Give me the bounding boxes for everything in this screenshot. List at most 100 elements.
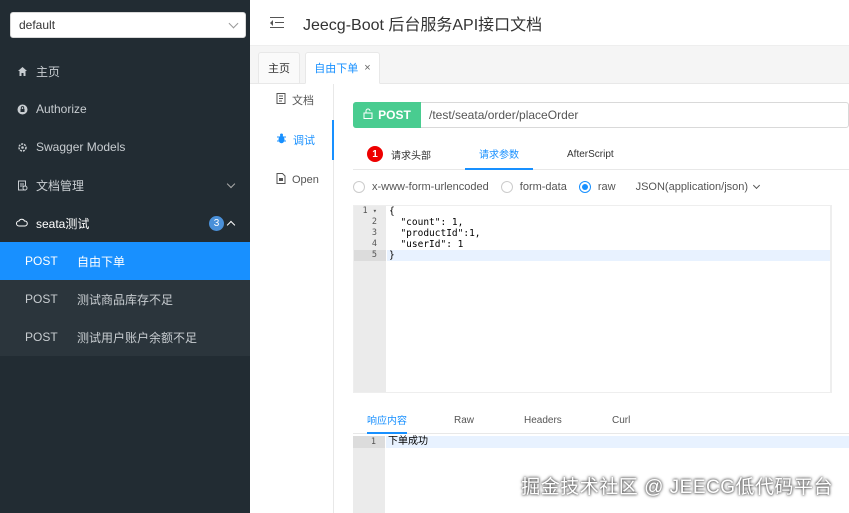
sidebar-item-home[interactable]: 主页 bbox=[0, 52, 250, 90]
request-tabs: 1 请求头部 请求参数 AfterScript bbox=[353, 138, 849, 170]
line-number: 1 bbox=[353, 436, 385, 448]
tab-response-content[interactable]: 响应内容 bbox=[367, 406, 407, 434]
api-item-stock-insufficient[interactable]: POST 测试商品库存不足 bbox=[0, 280, 250, 318]
line-gutter: 1 bbox=[353, 436, 385, 513]
radio-raw[interactable] bbox=[578, 181, 591, 193]
line-number: 1 ▾ bbox=[362, 206, 377, 216]
tab-label: Headers bbox=[524, 414, 562, 426]
tab-label: Curl bbox=[612, 414, 631, 426]
editor-scrollbar[interactable] bbox=[831, 205, 849, 393]
chevron-down-icon bbox=[226, 179, 236, 189]
api-item-label: 自由下单 bbox=[77, 254, 126, 269]
document-icon bbox=[16, 179, 28, 191]
tab-label: 响应内容 bbox=[367, 415, 407, 427]
settings-icon bbox=[16, 141, 28, 153]
vtab-label: Open bbox=[292, 174, 319, 186]
api-item-label: 测试商品库存不足 bbox=[77, 292, 174, 307]
code-line: "userId": 1 bbox=[389, 239, 464, 250]
method-label: POST bbox=[25, 330, 58, 344]
line-number: 3 bbox=[371, 228, 377, 238]
group-select[interactable]: default bbox=[10, 12, 246, 38]
body-type-selector: x-www-form-urlencoded form-data raw JSON… bbox=[353, 178, 761, 196]
api-item-balance-insufficient[interactable]: POST 测试用户账户余额不足 bbox=[0, 318, 250, 356]
chevron-up-icon bbox=[226, 220, 236, 230]
header: Jeecg-Boot 后台服务API接口文档 bbox=[250, 0, 849, 46]
home-icon bbox=[16, 65, 28, 77]
radio-label: x-www-form-urlencoded bbox=[372, 181, 489, 193]
tab-response-curl[interactable]: Curl bbox=[612, 406, 630, 434]
menu-toggle-icon[interactable] bbox=[270, 16, 284, 29]
document-icon bbox=[276, 93, 286, 107]
file-icon bbox=[276, 173, 286, 187]
tab-request-params[interactable]: 请求参数 bbox=[465, 138, 533, 170]
radio-label: form-data bbox=[519, 181, 567, 193]
method-label: POST bbox=[378, 108, 411, 122]
request-body-editor[interactable]: 1 ▾ 2 3 4 5 { "count": 1, "productId":1,… bbox=[353, 205, 831, 393]
code-area: 下单成功 bbox=[386, 436, 849, 448]
tab-request-headers[interactable]: 1 请求头部 bbox=[367, 138, 431, 170]
cloud-icon bbox=[16, 217, 28, 229]
tab-bar: 主页 自由下单 × bbox=[250, 46, 849, 84]
tab-label: 请求头部 bbox=[391, 150, 431, 162]
sidebar-item-label: seata测试 bbox=[36, 216, 90, 231]
code-line: { bbox=[389, 206, 395, 217]
page-title: Jeecg-Boot 后台服务API接口文档 bbox=[303, 16, 543, 34]
content-type-value: JSON(application/json) bbox=[635, 181, 749, 193]
line-number: 2 bbox=[371, 217, 377, 227]
tab-label: 主页 bbox=[268, 63, 290, 75]
sidebar-item-authorize[interactable]: Authorize bbox=[0, 90, 250, 128]
send-button[interactable]: POST bbox=[353, 102, 421, 128]
code-line: } bbox=[387, 250, 830, 261]
vtab-debug[interactable]: 调试 bbox=[250, 120, 334, 160]
group-select-value: default bbox=[19, 18, 56, 32]
request-url-bar: POST /test/seata/order/placeOrder bbox=[353, 102, 849, 128]
url-input[interactable]: /test/seata/order/placeOrder bbox=[421, 103, 578, 127]
code-line: "productId":1, bbox=[389, 228, 481, 239]
chevron-down-icon bbox=[228, 18, 239, 29]
method-label: POST bbox=[25, 254, 58, 268]
radio-label: raw bbox=[597, 181, 616, 193]
tab-label: 自由下单 bbox=[314, 63, 359, 75]
vtab-doc[interactable]: 文档 bbox=[250, 80, 333, 120]
sidebar-item-label: 主页 bbox=[36, 64, 61, 79]
tab-response-raw[interactable]: Raw bbox=[454, 406, 474, 434]
lock-icon bbox=[16, 103, 28, 115]
sidebar-item-doc-management[interactable]: 文档管理 bbox=[0, 166, 250, 204]
count-badge: 3 bbox=[209, 216, 224, 231]
vtab-label: 文档 bbox=[292, 95, 314, 107]
method-label: POST bbox=[25, 292, 58, 306]
radio-formdata[interactable] bbox=[500, 181, 513, 193]
tab-label: AfterScript bbox=[567, 148, 614, 160]
tab-label: Raw bbox=[454, 414, 475, 426]
code-line: 下单成功 bbox=[386, 436, 849, 448]
unlock-icon bbox=[363, 108, 373, 122]
sidebar-item-label: 文档管理 bbox=[36, 178, 85, 193]
sidebar-menu: 主页 Authorize Swagger Models 文档管理 seata测试… bbox=[0, 52, 250, 356]
tab-label: 请求参数 bbox=[479, 149, 519, 161]
chevron-down-icon bbox=[753, 181, 761, 190]
radio-urlencoded[interactable] bbox=[353, 181, 365, 193]
line-number: 4 bbox=[371, 239, 377, 249]
sidebar-item-label: Authorize bbox=[36, 102, 87, 116]
bug-icon bbox=[276, 133, 287, 147]
sidebar-item-swagger-models[interactable]: Swagger Models bbox=[0, 128, 250, 166]
vtab-open[interactable]: Open bbox=[250, 160, 333, 200]
close-icon[interactable]: × bbox=[364, 62, 370, 74]
line-gutter: 1 ▾ 2 3 4 5 bbox=[354, 206, 386, 392]
vtab-label: 调试 bbox=[293, 135, 315, 147]
tab-response-headers[interactable]: Headers bbox=[524, 406, 562, 434]
sidebar: default 主页 Authorize Swagger Models 文档管理… bbox=[0, 0, 250, 513]
api-item-place-order[interactable]: POST 自由下单 bbox=[0, 242, 250, 280]
error-badge: 1 bbox=[367, 146, 383, 162]
sidebar-item-label: Swagger Models bbox=[36, 140, 126, 154]
sidebar-item-seata-test[interactable]: seata测试 3 bbox=[0, 204, 250, 242]
response-tabs: 响应内容 Raw Headers Curl bbox=[353, 406, 849, 434]
fold-icon: ▾ bbox=[372, 207, 377, 215]
watermark: 掘金技术社区 @ JEECG低代码平台 bbox=[521, 477, 833, 498]
line-number: 5 bbox=[354, 250, 386, 261]
tab-afterscript[interactable]: AfterScript bbox=[567, 138, 614, 170]
api-item-label: 测试用户账户余额不足 bbox=[77, 330, 198, 345]
code-line: "count": 1, bbox=[389, 217, 464, 228]
content-type-select[interactable]: JSON(application/json) bbox=[635, 181, 761, 193]
code-area: { "count": 1, "productId":1, "userId": 1… bbox=[387, 206, 830, 261]
